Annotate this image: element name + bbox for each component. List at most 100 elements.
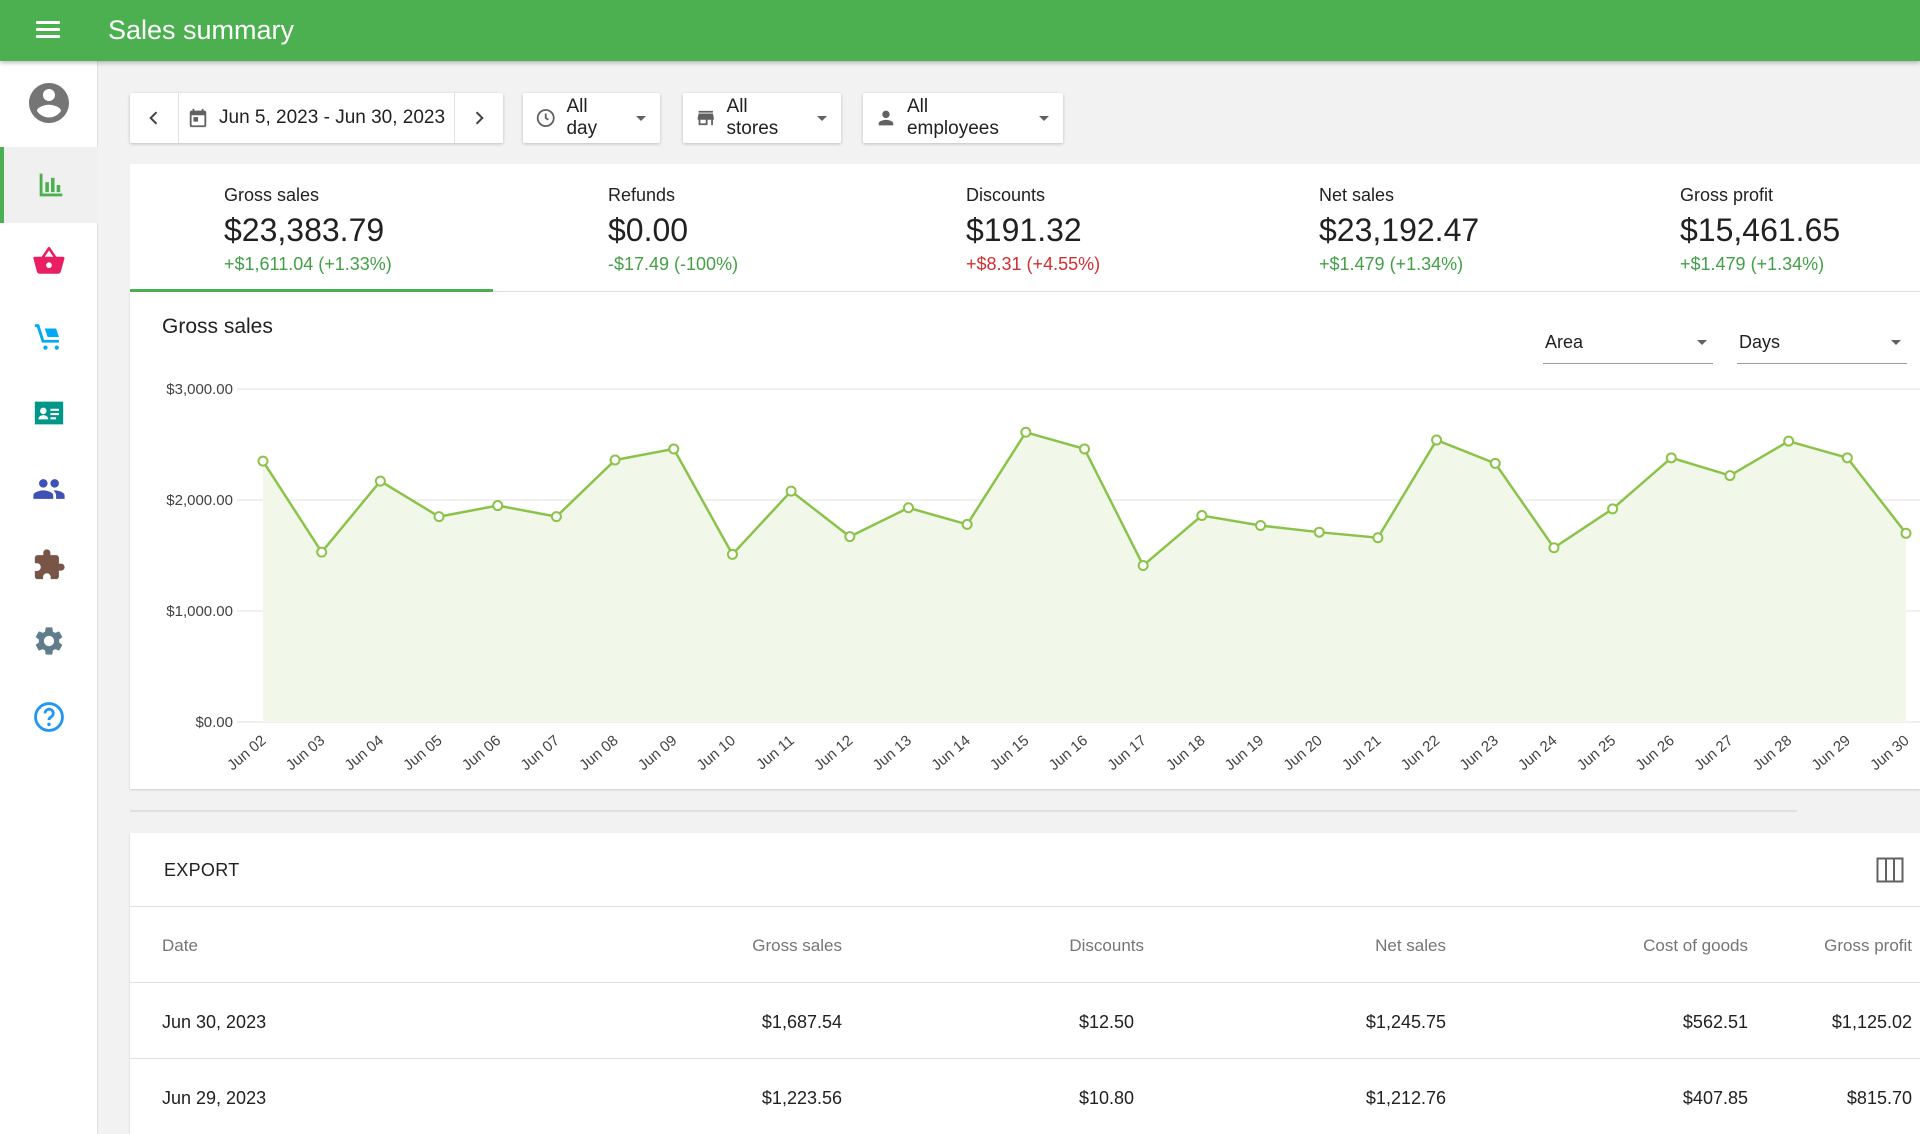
page-title: Sales summary <box>108 15 295 45</box>
x-tick-label: Jun 27 <box>1691 732 1736 774</box>
store-filter-label: All stores <box>726 96 779 139</box>
gross-sales-chart: $0.00 $1,000.00 $2,000.00 $3,000.00 Jun 02 Ju… <box>166 381 1920 774</box>
menu-icon[interactable] <box>33 17 63 43</box>
time-filter-dropdown[interactable]: All day <box>523 93 660 143</box>
cell-gross-sales: $1,687.54 <box>761 1012 842 1032</box>
table-row[interactable]: Jun 29, 2023 $1,223.56 $10.80 $1,212.76 … <box>130 1059 1920 1134</box>
kpi-gross-sales[interactable]: Gross sales $23,383.79 +$1,611.04 (+1.33… <box>130 164 493 292</box>
data-point <box>726 548 738 560</box>
x-tick-label: Jun 24 <box>1515 732 1560 774</box>
kpi-net-sales[interactable]: Net sales $23,192.47 +$1.479 (+1.34%) <box>1205 164 1569 292</box>
bar-chart-icon <box>39 173 63 197</box>
kpi-value: $23,383.79 <box>224 212 385 248</box>
kpi-value: $191.32 <box>966 212 1082 248</box>
data-point <box>668 443 680 455</box>
column-header-gross-sales[interactable]: Gross sales <box>752 936 842 956</box>
cell-discounts: $10.80 <box>1078 1088 1134 1108</box>
cell-date: Jun 29, 2023 <box>162 1088 267 1108</box>
kpi-discounts[interactable]: Discounts $191.32 +$8.31 (+4.55%) <box>852 164 1205 292</box>
employee-filter-dropdown[interactable]: All employees <box>863 93 1063 143</box>
sidebar-item-customers[interactable] <box>0 375 98 451</box>
chart-type-value: Area <box>1545 332 1584 352</box>
x-tick-label: Jun 30 <box>1867 732 1912 774</box>
person-icon <box>878 110 894 126</box>
column-header-net-sales[interactable]: Net sales <box>1375 936 1446 956</box>
sidebar-item-integrations[interactable] <box>0 527 98 603</box>
table-toolbar: EXPORT <box>130 833 1920 907</box>
people-icon <box>33 479 65 499</box>
y-tick-label: $2,000.00 <box>166 492 233 509</box>
chevron-left-icon <box>149 111 158 125</box>
data-point <box>1255 520 1267 532</box>
data-point <box>1489 457 1501 469</box>
column-header-date[interactable]: Date <box>162 936 198 956</box>
data-point <box>1665 452 1677 464</box>
data-point <box>1313 526 1325 538</box>
store-filter-dropdown[interactable]: All stores <box>683 93 841 143</box>
sidebar-item-reports[interactable] <box>0 147 98 223</box>
sidebar-item-help[interactable] <box>0 679 98 755</box>
kpi-delta: +$1.479 (+1.34%) <box>1680 254 1825 274</box>
x-tick-label: Jun 29 <box>1808 732 1853 774</box>
data-point <box>1900 527 1912 539</box>
x-tick-label: Jun 16 <box>1046 732 1091 774</box>
chevron-right-icon <box>475 111 484 125</box>
x-tick-label: Jun 20 <box>1280 732 1325 774</box>
previous-period-button[interactable] <box>130 93 178 143</box>
table-header-row: Date Gross sales Discounts Net sales Cos… <box>130 907 1920 983</box>
x-tick-label: Jun 11 <box>753 732 798 773</box>
x-tick-label: Jun 03 <box>283 732 328 774</box>
x-tick-label: Jun 13 <box>870 732 915 774</box>
sidebar-item-inventory[interactable] <box>0 299 98 375</box>
sidebar <box>0 61 98 1134</box>
data-point <box>1548 542 1560 554</box>
account-button[interactable] <box>0 65 98 141</box>
cell-gross-profit: $815.70 <box>1846 1088 1912 1108</box>
column-header-cost-of-goods[interactable]: Cost of goods <box>1643 936 1748 956</box>
x-tick-label: Jun 15 <box>987 732 1032 774</box>
kpi-value: $23,192.47 <box>1319 212 1480 248</box>
date-range-button[interactable]: Jun 5, 2023 - Jun 30, 2023 <box>178 93 455 143</box>
next-period-button[interactable] <box>455 93 503 143</box>
data-point <box>1607 503 1619 515</box>
x-tick-label: Jun 26 <box>1632 732 1677 774</box>
chart-type-select[interactable]: Area <box>1543 326 1713 364</box>
y-tick-label: $3,000.00 <box>166 381 233 398</box>
kpi-summary: Gross sales $23,383.79 +$1,611.04 (+1.33… <box>130 164 1920 292</box>
date-range-picker: Jun 5, 2023 - Jun 30, 2023 <box>130 93 503 143</box>
puzzle-icon <box>34 549 65 580</box>
kpi-value: $15,461.65 <box>1680 212 1841 248</box>
x-tick-label: Jun 10 <box>694 732 739 774</box>
export-button[interactable]: EXPORT <box>164 860 240 881</box>
columns-icon[interactable] <box>1876 857 1904 883</box>
kpi-value: $0.00 <box>608 212 689 248</box>
column-header-discounts[interactable]: Discounts <box>1069 936 1144 956</box>
data-point <box>1372 532 1384 544</box>
account-circle-icon <box>29 83 69 123</box>
data-point <box>1079 443 1090 455</box>
kpi-label: Discounts <box>966 185 1046 205</box>
sidebar-item-items[interactable] <box>0 223 98 299</box>
chart-period-select[interactable]: Days <box>1737 326 1907 364</box>
gear-icon <box>35 627 63 655</box>
data-point <box>902 502 914 514</box>
sidebar-item-settings[interactable] <box>0 603 98 679</box>
kpi-gross-profit[interactable]: Gross profit $15,461.65 +$1.479 (+1.34%) <box>1569 164 1920 292</box>
chevron-down-icon <box>1039 115 1049 121</box>
kpi-refunds[interactable]: Refunds $0.00 -$17.49 (-100%) <box>493 164 852 292</box>
cell-net-sales: $1,212.76 <box>1365 1088 1446 1108</box>
x-tick-label: Jun 02 <box>224 732 269 774</box>
data-point <box>316 546 328 558</box>
cell-cost-of-goods: $407.85 <box>1682 1088 1748 1108</box>
data-point <box>374 475 386 487</box>
x-tick-label: Jun 25 <box>1574 732 1619 774</box>
sidebar-item-employees[interactable] <box>0 451 98 527</box>
contact-card-icon <box>34 401 64 425</box>
date-range-label: Jun 5, 2023 - Jun 30, 2023 <box>219 107 446 128</box>
table-row[interactable]: Jun 30, 2023 $1,687.54 $12.50 $1,245.75 … <box>130 983 1920 1059</box>
kpi-label: Net sales <box>1319 185 1395 205</box>
basket-icon <box>33 246 65 274</box>
x-tick-label: Jun 23 <box>1456 732 1501 774</box>
data-point <box>433 511 445 523</box>
column-header-gross-profit[interactable]: Gross profit <box>1824 936 1912 956</box>
